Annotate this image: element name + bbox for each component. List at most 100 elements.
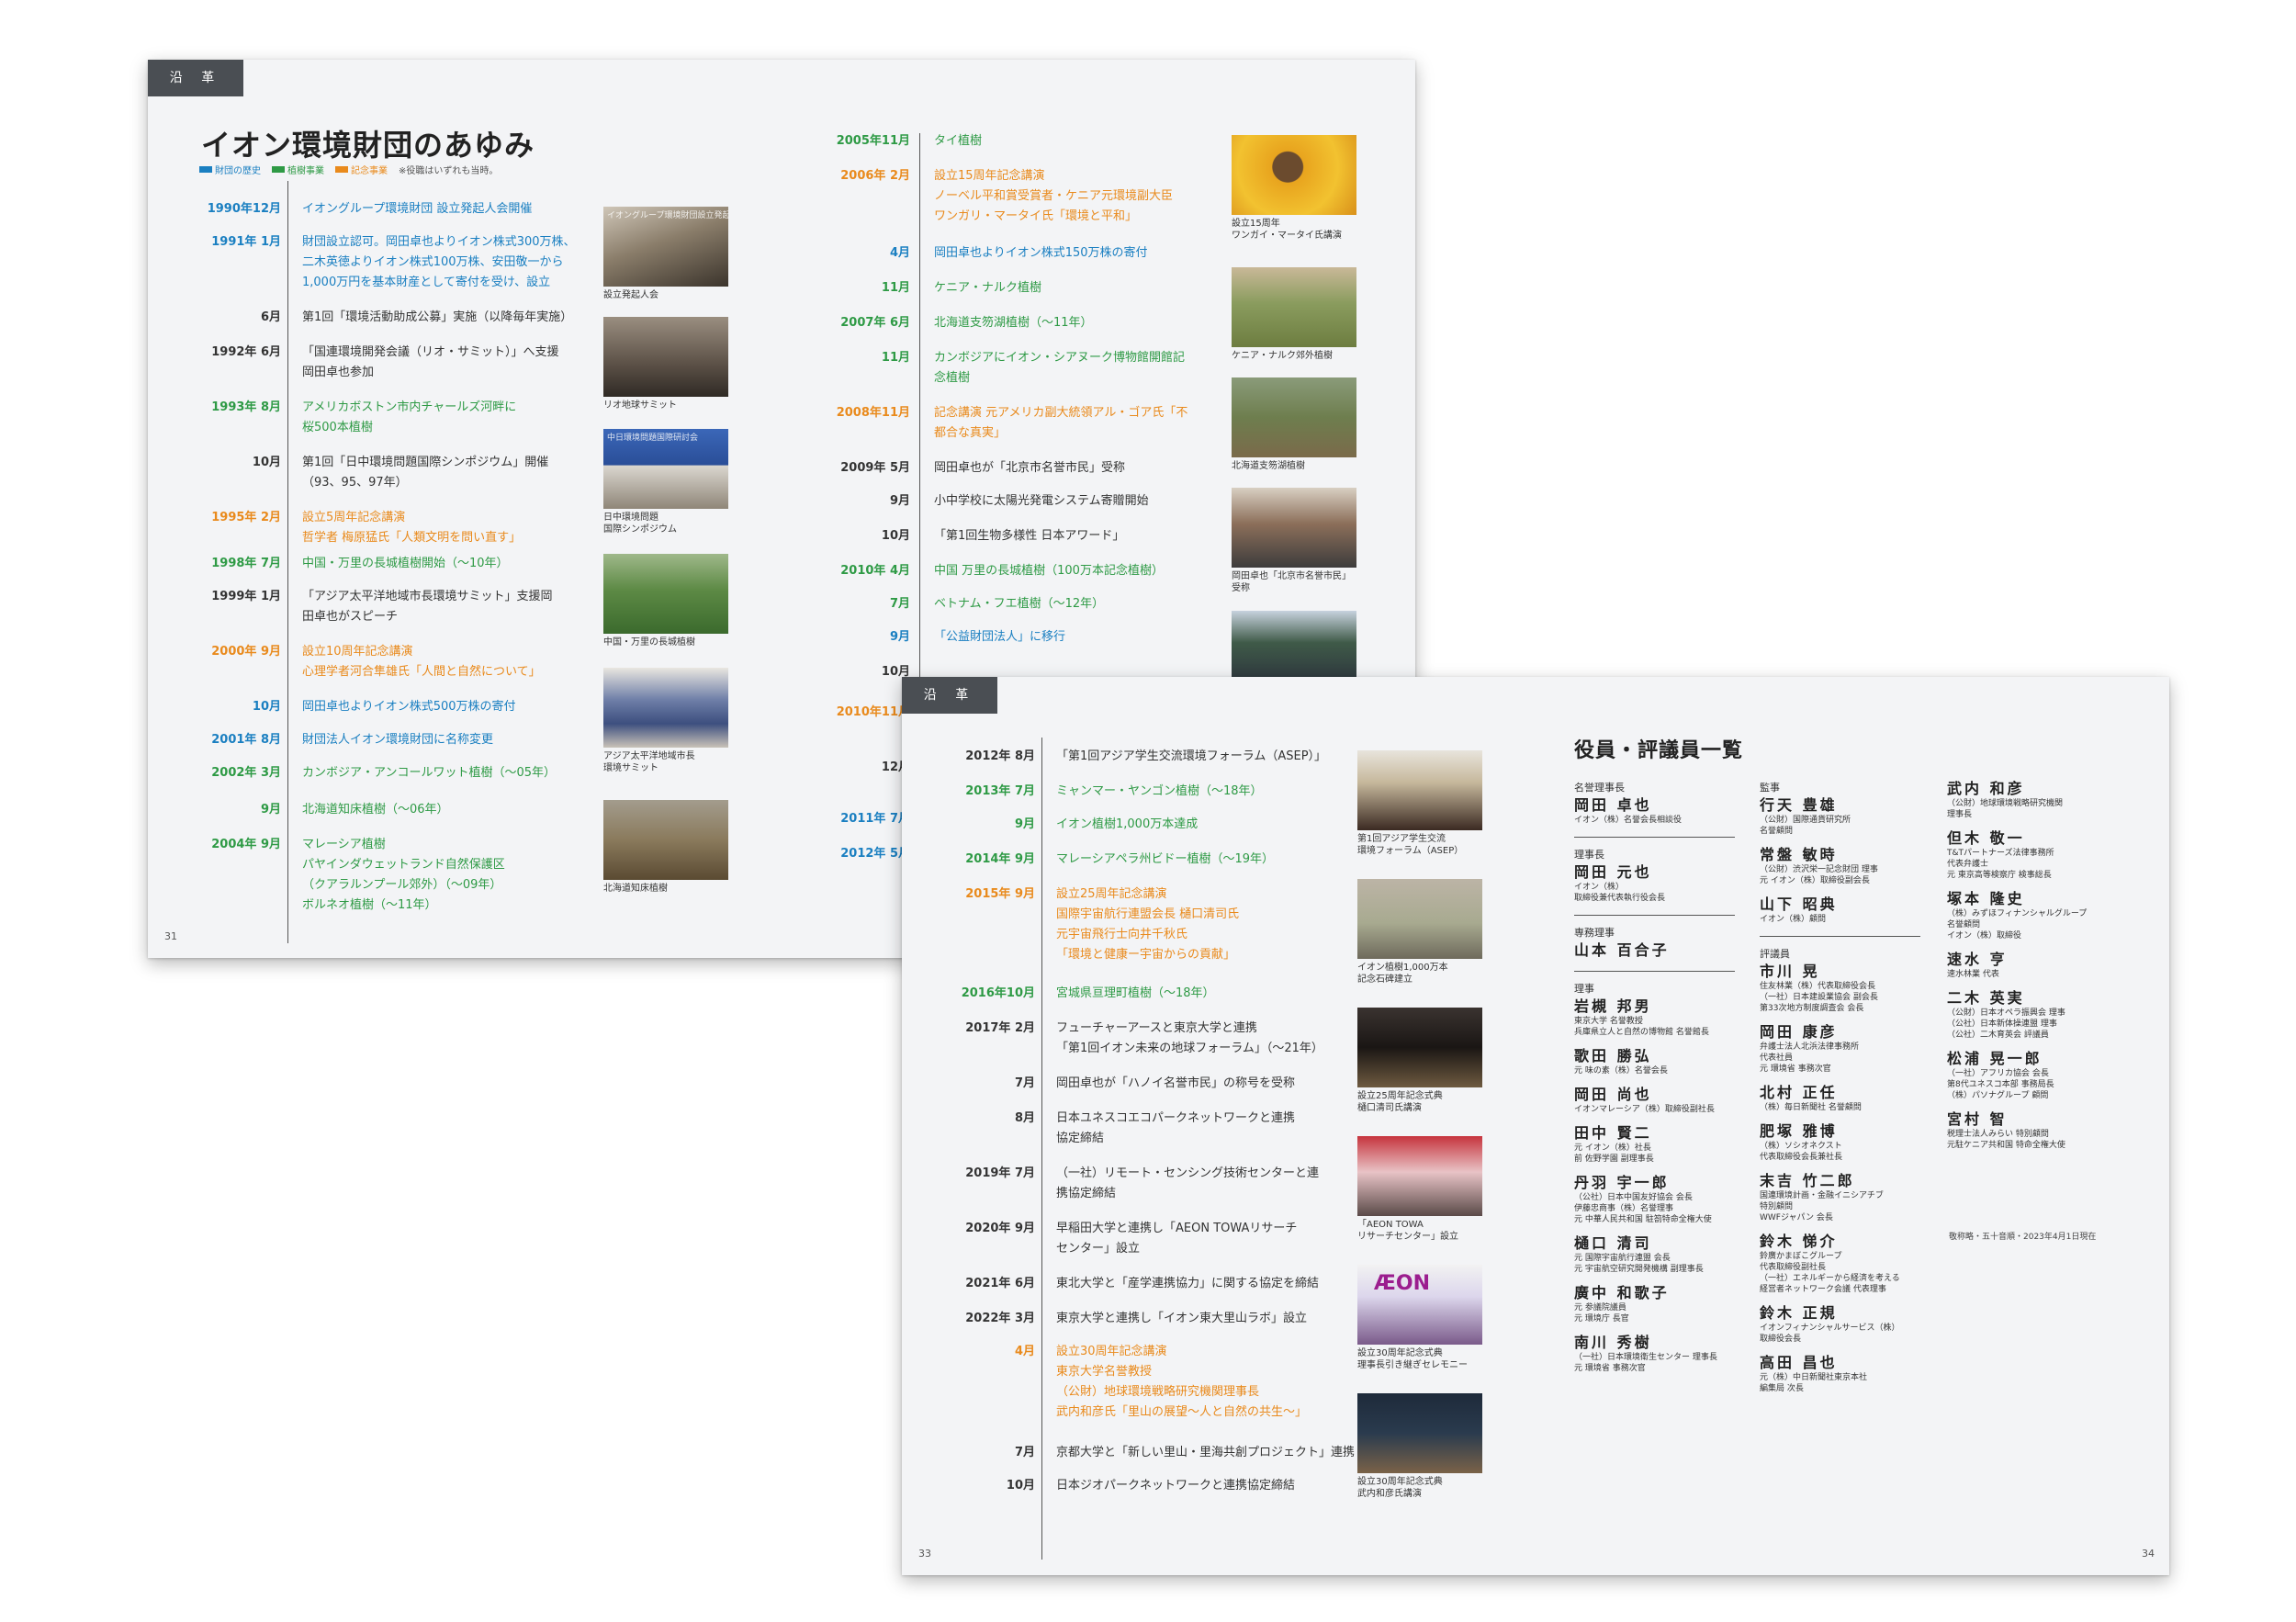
officer-affiliation: 特別顧問: [1760, 1202, 1794, 1211]
spread-history-officers-33-34: 沿 革 2012年 8月 「第1回アジア学生交流環境フォーラム（ASEP）」 201…: [902, 677, 2169, 1575]
officer-name: 北村 正任: [1760, 1084, 1838, 1101]
timeline-text-line: 武内和彦氏「里山の展望〜人と自然の共生〜」: [1056, 1405, 1308, 1419]
officer-affiliation: イオン（株）取締役: [1947, 931, 2022, 941]
timeline-date: 2010年11月: [836, 705, 910, 719]
officers-column-2: 監事 行天 豊雄 （公財）国際通貨研究所 名誉顧問 常盤 敏時 （公財）渋沢栄一記念財団 …: [1760, 780, 1934, 1403]
timeline-date: 2014年 9月: [965, 852, 1035, 866]
timeline-text: カンボジアにイオン・シアヌーク博物館開館記 念植樹: [934, 348, 1185, 389]
timeline-text-line: 「アジア太平洋地域市長環境サミット」支援岡: [302, 590, 553, 603]
caption-aeon-towa-center: 「AEON TOWA リサーチセンター」設立: [1357, 1220, 1458, 1242]
timeline-text-line: 「第1回生物多様性 日本アワード」: [934, 529, 1125, 543]
timeline-text: イオン植樹1,000万本達成: [1056, 815, 1198, 835]
timeline-date: 2007年 6月: [840, 316, 910, 330]
officer-entry: 評議員 市川 晃住友林業（株）代表取締役会長 （一社）日本建設業協会 副会長 第33次…: [1760, 946, 1934, 1014]
timeline-date: 6月: [260, 310, 281, 324]
timeline-date: 2020年 9月: [965, 1222, 1035, 1235]
caption-25th-ceremony: 設立25周年記念式典 樋口清司氏講演: [1357, 1091, 1443, 1113]
timeline-date: 2009年 5月: [840, 461, 910, 475]
officer-name: 岡田 卓也: [1574, 796, 1652, 814]
officer-name: 宮村 智: [1947, 1110, 2008, 1128]
timeline-text-line: ワンガリ・マータイ氏「環境と平和」: [934, 209, 1138, 223]
officer-affiliation: 国連環境計画・金融イニシアチブ: [1760, 1191, 1884, 1200]
caption-asep-forum: 第1回アジア学生交流 環境フォーラム（ASEP）: [1357, 834, 1464, 856]
timeline-text-line: 念植樹: [934, 371, 971, 385]
officer-affiliation: （株）毎日新聞社 名誉顧問: [1760, 1103, 1862, 1112]
timeline-text-line: ミャンマー・ヤンゴン植樹（〜18年）: [1056, 784, 1263, 798]
timeline-text-line: 北海道知床植樹（〜06年）: [302, 803, 449, 817]
timeline-date: 7月: [1014, 1076, 1035, 1090]
timeline-text-line: 設立10周年記念講演: [302, 645, 413, 659]
timeline-text-line: 「第1回アジア学生交流環境フォーラム（ASEP）」: [1056, 749, 1327, 763]
timeline-date: 2013年 7月: [965, 784, 1035, 798]
timeline-date: 2001年 8月: [211, 733, 281, 747]
officer-affiliation: イオンマレーシア（株）取締役副社長: [1574, 1105, 1715, 1114]
timeline-text-line: 都合な真実」: [934, 426, 1007, 440]
section-tag: 沿 革: [148, 60, 243, 96]
officer-entry: 但木 敬一 T&Tパートナーズ法律事務所 代表弁護士元 東京高等検察庁 検事総長: [1947, 829, 2158, 881]
officer-affiliation: （公財）地球環境戦略研究機関: [1947, 799, 2064, 808]
officer-name: 山本 百合子: [1574, 941, 1670, 959]
timeline-text-line: 中国・万里の長城植樹開始（〜10年）: [302, 557, 509, 570]
photo-beijing-citizen: [1232, 488, 1356, 568]
timeline-text-line: カンボジアにイオン・シアヌーク博物館開館記: [934, 351, 1186, 365]
timeline-text: マレーシア植樹 パヤインダウェットランド自然保護区 （クアラルンプール郊外）（〜09…: [302, 835, 505, 916]
officer-name: 速水 亨: [1947, 951, 2008, 968]
officer-affiliation: 元 東京高等検察庁 検事総長: [1947, 871, 2052, 880]
caption-asia-pacific-summit: アジア太平洋地域市長 環境サミット: [603, 751, 695, 773]
officer-name: 末吉 竹二郎: [1760, 1172, 1855, 1189]
caption-beijing-citizen: 岡田卓也「北京市名誉市民」 受称: [1232, 571, 1351, 593]
timeline-date: 9月: [1014, 817, 1035, 831]
officer-affiliation: 取締役会長: [1760, 1335, 1802, 1344]
timeline-date: 2012年 8月: [965, 749, 1035, 763]
officer-role: 理事長: [1574, 849, 1604, 861]
caption-great-wall-planting: 中国・万里の長城植樹: [603, 637, 695, 648]
officer-entry: 専務理事 山本 百合子: [1574, 925, 1749, 960]
photo-30th-lecture: [1357, 1393, 1482, 1473]
timeline-date: 2006年 2月: [840, 169, 910, 183]
officer-name: 歌田 勝弘: [1574, 1047, 1652, 1064]
officer-entry: 宮村 智税理士法人みらい 特別顧問元駐ケニア共和国 特命全権大使: [1947, 1110, 2158, 1151]
officer-affiliation: 弁護士法人北浜法律事務所: [1760, 1042, 1860, 1052]
timeline-date: 2021年 6月: [965, 1277, 1035, 1290]
timeline-date: 2015年 9月: [965, 887, 1035, 901]
officer-affiliation: （一社）アフリカ協会 会長: [1947, 1069, 2049, 1078]
timeline-date: 7月: [1014, 1446, 1035, 1459]
officer-name: 松浦 晃一郎: [1947, 1050, 2043, 1067]
officer-affiliation: 元 中華人民共和国 駐箚特命全権大使: [1574, 1215, 1712, 1224]
photo-aeon-towa-center: [1357, 1136, 1482, 1216]
officer-entry: 名誉理事長 岡田 卓也 イオン（株）名誉会長相談役: [1574, 780, 1749, 826]
caption-kenya-planting: ケニア・ナルク郊外植樹: [1232, 351, 1333, 361]
photo-25th-ceremony: [1357, 1008, 1482, 1087]
officer-entry: 松浦 晃一郎 （一社）アフリカ協会 会長 第8代ユネスコ本部 事務局長 （株）パソナグ…: [1947, 1050, 2158, 1101]
officer-affiliation: 取締役兼代表執行役会長: [1574, 894, 1666, 903]
officer-affiliation: 名誉顧問: [1760, 827, 1794, 836]
officer-affiliation: WWFジャパン 会長: [1760, 1213, 1833, 1222]
officer-entry: 速水 亨速水林業 代表: [1947, 951, 2158, 980]
timeline-text: 宮城県亘理町植樹（〜18年）: [1056, 984, 1215, 1004]
timeline-text: アメリカボストン市内チャールズ河畔に 桜500本植樹: [302, 398, 516, 438]
section-tag-2: 沿 革: [902, 677, 997, 714]
timeline-text-line: 宮城県亘理町植樹（〜18年）: [1056, 986, 1215, 1000]
timeline-divider-left: [287, 181, 288, 943]
officer-affiliation: 代表社員: [1760, 1053, 1794, 1063]
officer-entry: 山下 昭典 イオン（株）顧問: [1760, 895, 1934, 925]
officer-affiliation: （公社）日本新体操連盟 理事: [1947, 1019, 2057, 1029]
officer-affiliation: （公財）日本オペラ振興会 理事: [1947, 1008, 2065, 1018]
timeline-text-line: アメリカボストン市内チャールズ河畔に: [302, 400, 517, 414]
officer-affiliation: 東京大学 名誉教授: [1574, 1017, 1643, 1026]
photo-great-wall-planting: [603, 554, 728, 634]
timeline-date: 10月: [881, 529, 910, 543]
timeline-text-line: マレーシアペラ州ビドー植樹（〜19年）: [1056, 852, 1275, 866]
timeline-text: 岡田卓也が「北京市名誉市民」受称: [934, 458, 1125, 479]
officer-affiliation: 税理士法人みらい 特別顧問: [1947, 1130, 2049, 1139]
photo-kenya-planting: [1232, 267, 1356, 347]
timeline-text: （一社）リモート・センシング技術センターと連 携協定締結: [1056, 1164, 1319, 1204]
timeline-text-line: 設立30周年記念講演: [1056, 1345, 1167, 1358]
officer-affiliation: 経営者ネットワーク会議 代表理事: [1760, 1285, 1886, 1294]
officer-affiliation: 元（株）中日新聞社東京本社: [1760, 1373, 1868, 1382]
officer-affiliation: 元駐ケニア共和国 特命全権大使: [1947, 1141, 2065, 1150]
caption-japan-china-symposium: 日中環境問題 国際シンポジウム: [603, 513, 677, 535]
timeline-text-line: 岡田卓也よりイオン株式150万株の寄付: [934, 246, 1148, 260]
officer-entry: 末吉 竹二郎国連環境計画・金融イニシアチブ 特別顧問 WWFジャパン 会長: [1760, 1172, 1934, 1223]
officer-affiliation: 名誉顧問: [1947, 920, 1981, 929]
